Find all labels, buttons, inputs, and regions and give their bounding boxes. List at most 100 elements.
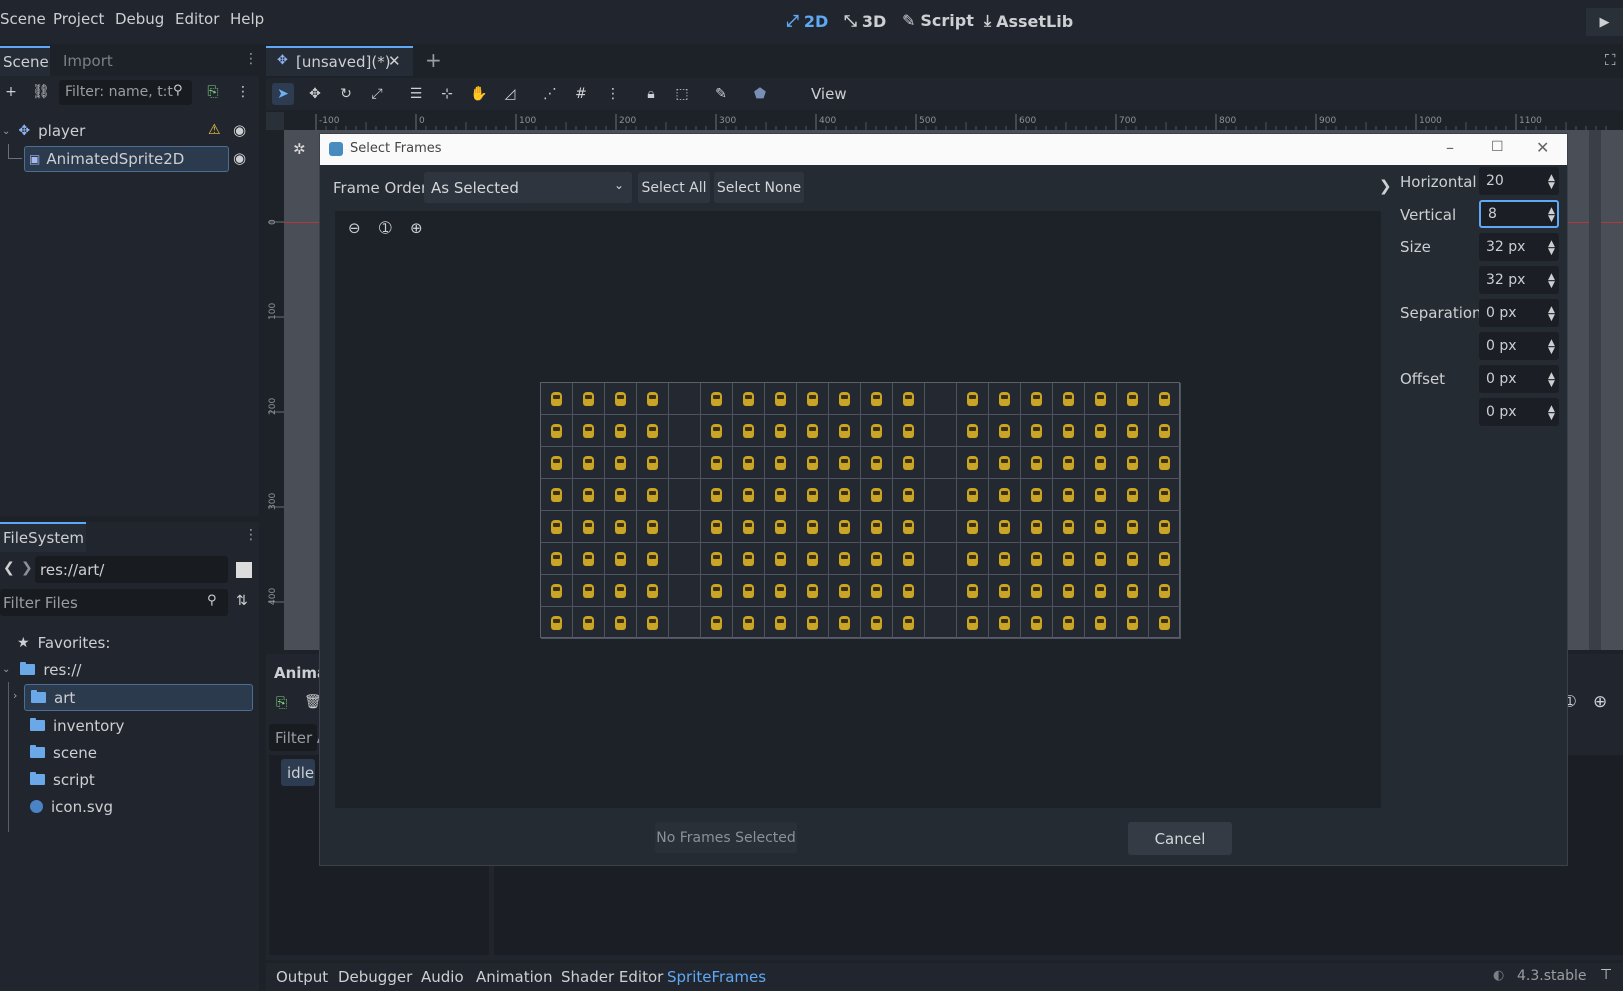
- sprite-frame-cell[interactable]: [1149, 479, 1181, 511]
- sprite-frame-cell[interactable]: [1085, 415, 1117, 447]
- sprite-frame-cell[interactable]: [1053, 479, 1085, 511]
- sprite-frame-cell[interactable]: [893, 511, 925, 543]
- play-button[interactable]: ▶: [1586, 8, 1623, 36]
- spin-arrows-icon[interactable]: ▲ ▼: [1548, 306, 1555, 323]
- sprite-frame-cell[interactable]: [733, 479, 765, 511]
- confirm-frames-button[interactable]: No Frames Selected: [655, 822, 797, 853]
- sprite-frame-cell[interactable]: [541, 543, 573, 575]
- workspace-2d-tab[interactable]: ⤢ 2D: [786, 11, 828, 31]
- sprite-frame-cell[interactable]: [893, 415, 925, 447]
- minimize-icon[interactable]: –: [1446, 138, 1454, 157]
- zoom-in-icon[interactable]: ⊕: [1593, 692, 1607, 712]
- sprite-frame-cell[interactable]: [1117, 543, 1149, 575]
- sprite-frame-cell[interactable]: [669, 415, 701, 447]
- toggle-settings-icon[interactable]: ❯: [1379, 177, 1392, 195]
- sprite-frame-cell[interactable]: [701, 479, 733, 511]
- sprite-frame-cell[interactable]: [1117, 511, 1149, 543]
- sprite-frame-cell[interactable]: [797, 607, 829, 639]
- sprite-frame-cell[interactable]: [573, 607, 605, 639]
- tab-spriteframes[interactable]: SpriteFrames: [667, 968, 766, 986]
- sprite-frame-cell[interactable]: [1149, 575, 1181, 607]
- center-view-icon[interactable]: ✲: [293, 140, 306, 158]
- sprite-frame-cell[interactable]: [573, 447, 605, 479]
- sprite-frame-cell[interactable]: [733, 511, 765, 543]
- sprite-frame-cell[interactable]: [1085, 383, 1117, 415]
- sprite-frame-cell[interactable]: [989, 511, 1021, 543]
- sprite-frame-cell[interactable]: [765, 543, 797, 575]
- sprite-frame-cell[interactable]: [797, 415, 829, 447]
- frame-order-select[interactable]: As Selected ⌄: [424, 172, 632, 203]
- sprite-frame-cell[interactable]: [925, 479, 957, 511]
- menu-help[interactable]: Help: [230, 10, 264, 28]
- offset-y-spinbox[interactable]: 0 px: [1479, 398, 1559, 426]
- sprite-frame-cell[interactable]: [829, 575, 861, 607]
- sprite-frame-cell[interactable]: [797, 383, 829, 415]
- sprite-frame-cell[interactable]: [989, 447, 1021, 479]
- workspace-script-tab[interactable]: ✎ Script: [902, 11, 974, 30]
- size-x-spinbox[interactable]: 32 px: [1479, 233, 1559, 261]
- sprite-frame-cell[interactable]: [1053, 607, 1085, 639]
- polygon-icon[interactable]: ⬟: [749, 83, 771, 105]
- select-none-button[interactable]: Select None: [714, 172, 804, 203]
- sprite-frame-cell[interactable]: [989, 543, 1021, 575]
- sprite-frame-cell[interactable]: [765, 607, 797, 639]
- sprite-frame-cell[interactable]: [925, 607, 957, 639]
- sprite-frame-cell[interactable]: [1021, 447, 1053, 479]
- sprite-frame-cell[interactable]: [957, 575, 989, 607]
- scene-tab[interactable]: ✥ [unsaved](*) ✕: [266, 46, 413, 76]
- sprite-frame-cell[interactable]: [573, 479, 605, 511]
- dialog-titlebar[interactable]: Select Frames – ☐ ✕: [320, 134, 1567, 165]
- separation-y-spinbox[interactable]: 0 px: [1479, 332, 1559, 360]
- offset-x-spinbox[interactable]: 0 px: [1479, 365, 1559, 393]
- spin-arrows-icon[interactable]: ▲ ▼: [1548, 240, 1555, 257]
- sprite-frame-cell[interactable]: [637, 447, 669, 479]
- sprite-frame-cell[interactable]: [957, 479, 989, 511]
- sprite-frame-cell[interactable]: [573, 575, 605, 607]
- sprite-frame-cell[interactable]: [669, 479, 701, 511]
- sprite-frame-cell[interactable]: [861, 383, 893, 415]
- bone-icon[interactable]: ✎: [710, 83, 732, 105]
- sprite-frame-cell[interactable]: [637, 607, 669, 639]
- move-mode-icon[interactable]: ✥: [304, 83, 326, 105]
- attach-script-icon[interactable]: ⎘: [202, 81, 224, 103]
- tab-scene[interactable]: Scene: [0, 46, 50, 76]
- sprite-frame-cell[interactable]: [541, 607, 573, 639]
- sprite-frame-cell[interactable]: [1149, 607, 1181, 639]
- dock-menu-icon[interactable]: ⋮: [244, 51, 258, 67]
- pan-icon[interactable]: ✋: [468, 83, 490, 105]
- sprite-frame-cell[interactable]: [957, 447, 989, 479]
- sprite-frame-cell[interactable]: [957, 511, 989, 543]
- menu-debug[interactable]: Debug: [115, 10, 164, 28]
- sprite-frame-cell[interactable]: [829, 383, 861, 415]
- list-select-icon[interactable]: ☰: [405, 83, 427, 105]
- sprite-frame-cell[interactable]: [541, 415, 573, 447]
- menu-scene[interactable]: Scene: [0, 10, 46, 28]
- sprite-frame-cell[interactable]: [669, 575, 701, 607]
- sprite-frame-cell[interactable]: [1117, 383, 1149, 415]
- folder-row-script[interactable]: script: [30, 766, 95, 793]
- sprite-frame-cell[interactable]: [765, 479, 797, 511]
- sprite-frame-cell[interactable]: [573, 383, 605, 415]
- sprite-frame-cell[interactable]: [1117, 607, 1149, 639]
- sprite-frame-cell[interactable]: [573, 415, 605, 447]
- sprite-frame-cell[interactable]: [1085, 447, 1117, 479]
- visibility-icon[interactable]: ◉: [233, 121, 246, 139]
- close-icon[interactable]: ✕: [388, 52, 401, 70]
- sprite-frame-cell[interactable]: [957, 607, 989, 639]
- sprite-frame-cell[interactable]: [637, 383, 669, 415]
- sprite-frame-cell[interactable]: [1021, 575, 1053, 607]
- sprite-frame-cell[interactable]: [637, 415, 669, 447]
- viewport-scrollbar[interactable]: [1589, 130, 1601, 650]
- zoom-out-icon[interactable]: ⊖: [348, 219, 361, 237]
- sprite-frame-cell[interactable]: [1149, 543, 1181, 575]
- folder-row-scene[interactable]: scene: [30, 739, 97, 766]
- workspace-3d-tab[interactable]: ⤡ 3D: [844, 11, 886, 31]
- sprite-frame-cell[interactable]: [701, 607, 733, 639]
- sprite-frame-cell[interactable]: [797, 479, 829, 511]
- tab-animation[interactable]: Animation: [476, 968, 552, 986]
- sprite-frame-cell[interactable]: [701, 383, 733, 415]
- folder-row-inventory[interactable]: inventory: [30, 712, 124, 739]
- sprite-frame-cell[interactable]: [669, 607, 701, 639]
- sprite-frame-cell[interactable]: [765, 415, 797, 447]
- sprite-frame-cell[interactable]: [829, 543, 861, 575]
